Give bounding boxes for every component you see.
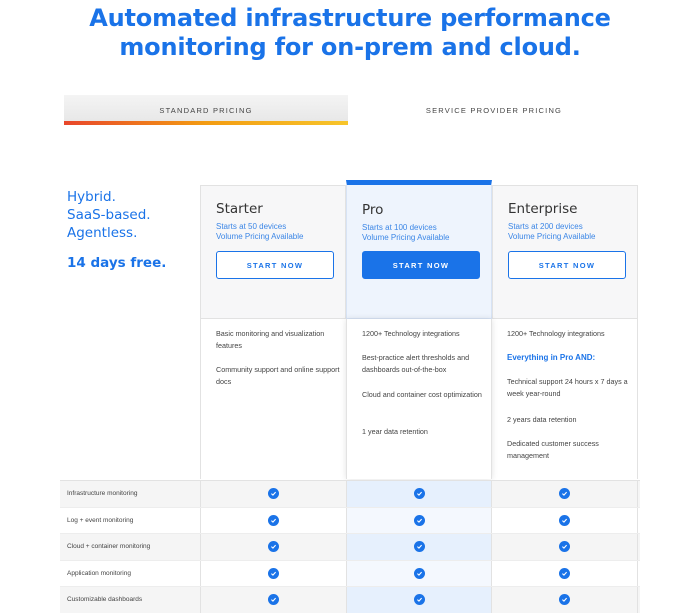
feature-item: Dedicated customer success management: [507, 439, 599, 460]
cell-enterprise: [492, 587, 638, 613]
tagline: Hybrid. SaaS-based. Agentless. 14 days f…: [67, 188, 166, 272]
start-now-button-enterprise[interactable]: START NOW: [508, 251, 626, 279]
feature-item: 1200+ Technology integrations: [362, 329, 460, 338]
row-label: Infrastructure monitoring: [67, 490, 138, 497]
table-row: Application monitoring: [60, 560, 640, 587]
plan-volume-pricing: Volume Pricing Available: [508, 232, 596, 241]
feature-item: 1 year data retention: [362, 427, 428, 436]
check-circle-icon: [268, 594, 279, 606]
check-circle-icon: [413, 567, 425, 579]
check-circle-icon: [559, 567, 570, 579]
check-circle-icon: [413, 541, 425, 553]
tagline-line-2: SaaS-based.: [67, 207, 151, 223]
plan-device-count: Starts at 100 devices: [362, 223, 437, 232]
free-trial-text: 14 days free.: [67, 255, 167, 271]
check-circle-icon: [413, 594, 425, 606]
table-row: Cloud + container monitoring: [60, 534, 640, 561]
comparison-table: Infrastructure monitoring Log + event mo…: [60, 480, 640, 613]
feature-item: 1200+ Technology integrations: [507, 329, 605, 338]
feature-item: 2 years data retention: [507, 415, 577, 424]
feature-item: Cloud and container cost optimization: [362, 390, 482, 399]
check-circle-icon: [559, 594, 570, 606]
check-circle-icon: [268, 514, 279, 526]
plan-volume-pricing: Volume Pricing Available: [362, 233, 450, 242]
plan-details: Starts at 100 devices Volume Pricing Ava…: [362, 223, 449, 243]
tab-provider-label: SERVICE PROVIDER PRICING: [425, 105, 563, 115]
row-label: Customizable dashboards: [67, 596, 143, 603]
plan-name: Starter: [216, 201, 263, 217]
check-circle-icon: [413, 488, 425, 500]
cell-enterprise: [492, 560, 638, 586]
cell-pro: [346, 534, 492, 560]
feature-item: Best-practice alert thresholds and dashb…: [362, 353, 470, 374]
cell-pro: [346, 481, 492, 507]
table-row: Infrastructure monitoring: [60, 481, 640, 508]
check-circle-icon: [559, 488, 570, 500]
plan-card-enterprise: Enterprise Starts at 200 devices Volume …: [492, 185, 638, 319]
cell-pro: [346, 507, 492, 533]
plan-device-count: Starts at 200 devices: [508, 222, 583, 231]
table-row: Customizable dashboards: [60, 587, 640, 613]
tab-standard-pricing[interactable]: STANDARD PRICING: [64, 95, 348, 125]
headline-line-2: monitoring for on-prem and cloud.: [119, 33, 581, 61]
plan-details: Starts at 200 devices Volume Pricing Ava…: [508, 222, 595, 242]
feature-item: Technical support 24 hours x 7 days a we…: [507, 377, 628, 398]
cell-starter: [200, 534, 346, 560]
check-circle-icon: [268, 541, 279, 553]
features-starter: Basic monitoring and visualization featu…: [200, 319, 346, 479]
feature-item: Community support and online support doc…: [216, 365, 340, 386]
cell-starter: [200, 481, 346, 507]
page-headline: Automated infrastructure performance mon…: [0, 4, 700, 62]
cell-starter: [200, 560, 346, 586]
cell-pro: [346, 587, 492, 613]
row-label: Log + event monitoring: [67, 516, 134, 524]
tab-service-provider-pricing[interactable]: SERVICE PROVIDER PRICING: [348, 95, 640, 125]
feature-highlight: Everything in Pro AND:: [507, 353, 596, 362]
table-row: Log + event monitoring: [60, 507, 640, 534]
start-now-button-starter[interactable]: START NOW: [216, 251, 334, 279]
row-label: Cloud + container monitoring: [67, 543, 151, 550]
start-now-button-pro[interactable]: START NOW: [362, 251, 480, 279]
active-tab-indicator: [64, 121, 348, 125]
tagline-line-1: Hybrid.: [67, 189, 116, 205]
headline-line-1: Automated infrastructure performance: [89, 4, 611, 32]
tagline-line-3: Agentless.: [67, 225, 138, 241]
cell-enterprise: [492, 534, 638, 560]
check-circle-icon: [413, 514, 425, 526]
cell-enterprise: [492, 507, 638, 533]
check-circle-icon: [268, 488, 279, 500]
plan-name: Enterprise: [508, 201, 578, 217]
cell-pro: [346, 560, 492, 586]
features-pro: 1200+ Technology integrations Best-pract…: [346, 319, 492, 479]
check-circle-icon: [559, 514, 570, 526]
plan-volume-pricing: Volume Pricing Available: [216, 232, 304, 241]
cell-enterprise: [492, 481, 638, 507]
tab-standard-label: STANDARD PRICING: [159, 105, 253, 115]
cell-starter: [200, 587, 346, 613]
plan-details: Starts at 50 devices Volume Pricing Avai…: [216, 222, 303, 242]
check-circle-icon: [268, 567, 279, 579]
feature-item: Basic monitoring and visualization featu…: [216, 329, 325, 350]
row-label: Application monitoring: [67, 569, 131, 577]
cell-starter: [200, 507, 346, 533]
plan-name: Pro: [362, 202, 384, 218]
plan-card-pro: Pro Starts at 100 devices Volume Pricing…: [346, 180, 492, 319]
pricing-tabs: STANDARD PRICING SERVICE PROVIDER PRICIN…: [64, 95, 640, 125]
check-circle-icon: [559, 541, 570, 553]
features-enterprise: 1200+ Technology integrations Everything…: [492, 319, 638, 479]
plan-device-count: Starts at 50 devices: [216, 222, 287, 231]
plan-card-starter: Starter Starts at 50 devices Volume Pric…: [200, 185, 346, 319]
